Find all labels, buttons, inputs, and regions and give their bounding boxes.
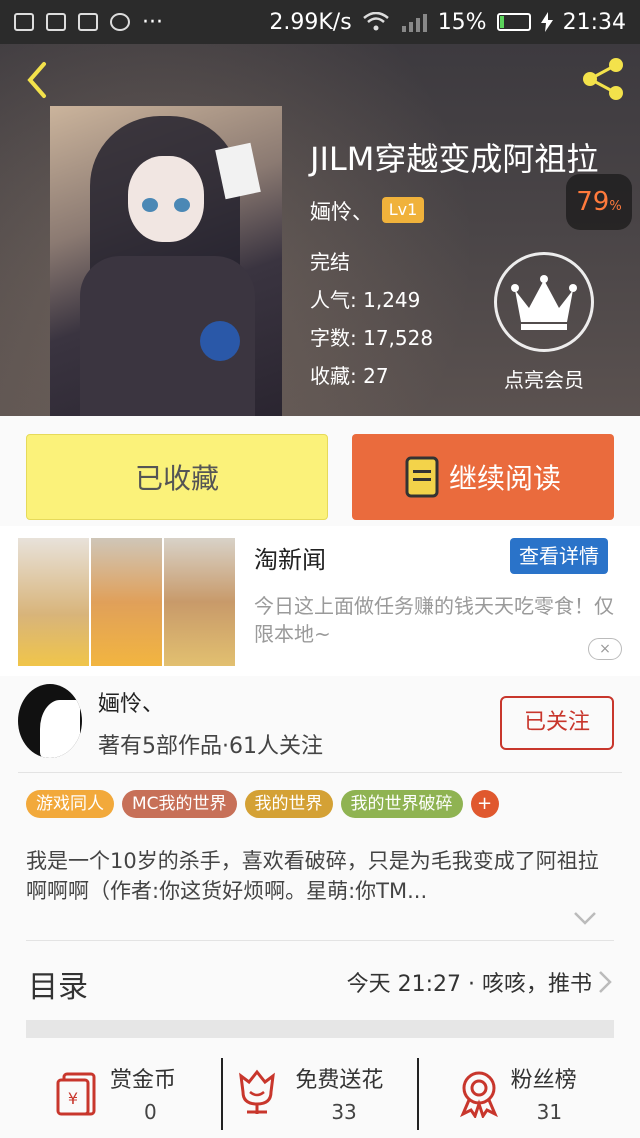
author-card[interactable]: 婳怜、 著有5部作品·61人关注 已关注 xyxy=(0,676,640,772)
reward-coins-button[interactable]: ¥ 赏金币 0 xyxy=(0,1048,213,1138)
send-flowers-button[interactable]: 免费送花 33 xyxy=(213,1048,426,1138)
words-row: 字数: 17,528 xyxy=(310,322,433,351)
signal-icon xyxy=(401,14,427,32)
bottom-actions: ¥ 赏金币 0 免费送花 33 粉丝榜 31 xyxy=(0,1048,640,1138)
share-icon[interactable] xyxy=(580,56,626,102)
author-stats: 著有5部作品·61人关注 xyxy=(98,734,323,759)
words-label: 字数: xyxy=(310,326,357,350)
favorited-button[interactable]: 已收藏 xyxy=(26,434,328,520)
gallery-icon xyxy=(14,13,34,31)
battery-percent: 15% xyxy=(437,9,487,35)
book-header: JILM穿越变成阿祖拉 婳怜、 Lv1 79% 完结 人气: 1,249 字数:… xyxy=(0,44,640,416)
tag-list: 游戏同人 MC我的世界 我的世界 我的世界破碎 + xyxy=(26,790,499,818)
add-tag-button[interactable]: + xyxy=(470,790,499,818)
favorites-row: 收藏: 27 xyxy=(310,360,389,389)
vip-crown-button[interactable] xyxy=(494,252,594,352)
chevron-down-icon[interactable] xyxy=(572,908,598,928)
book-cover-image[interactable] xyxy=(50,106,282,416)
ad-title: 淘新闻 xyxy=(254,546,326,574)
fan-ranking-button[interactable]: 粉丝榜 31 xyxy=(427,1048,640,1138)
medal-icon xyxy=(459,1071,498,1118)
divider xyxy=(417,1058,419,1130)
clock: 21:34 xyxy=(562,9,626,35)
toc-label: 目录 xyxy=(28,970,88,1005)
section-separator xyxy=(26,1020,614,1038)
back-arrow-icon[interactable] xyxy=(18,60,58,100)
table-of-contents-row[interactable]: 目录 今天 21:27 · 咳咳，推书 xyxy=(0,942,640,1020)
favorites-label: 收藏: xyxy=(310,364,357,388)
send-flowers-count: 33 xyxy=(331,1100,357,1124)
battery-icon xyxy=(496,13,531,31)
network-speed: 2.99K/s xyxy=(269,9,352,35)
more-notifications: ··· xyxy=(142,9,163,35)
reward-coins-count: 0 xyxy=(144,1100,157,1124)
divider xyxy=(26,940,614,941)
app-screen: ··· 2.99K/s 15% 21:34 JILM穿越变成阿祖拉 婳怜、 Lv… xyxy=(0,0,640,1138)
ad-banner[interactable]: 淘新闻 查看详情 今日这上面做任务赚的钱天天吃零食！仅限本地~ × xyxy=(0,526,640,676)
calendar-icon xyxy=(78,13,98,31)
rating-badge: 79% xyxy=(566,174,632,230)
send-flowers-label: 免费送花 xyxy=(295,1068,384,1093)
latest-chapter: 今天 21:27 · 咳咳，推书 xyxy=(346,972,592,997)
popularity-label: 人气: xyxy=(310,288,357,312)
tag-item[interactable]: 我的世界 xyxy=(244,790,333,818)
book-status: 完结 xyxy=(310,250,350,274)
reward-coins-label: 赏金币 xyxy=(110,1068,177,1093)
fan-ranking-count: 31 xyxy=(536,1100,563,1124)
tag-item[interactable]: MC我的世界 xyxy=(122,790,237,818)
gamepad-icon xyxy=(110,13,130,31)
status-bar: ··· 2.99K/s 15% 21:34 xyxy=(0,0,640,44)
vip-label[interactable]: 点亮会员 xyxy=(496,364,592,393)
crown-icon xyxy=(511,275,577,330)
charging-icon xyxy=(540,12,553,32)
status-icons-right: 2.99K/s 15% 21:34 xyxy=(269,10,626,35)
favorites-value: 27 xyxy=(363,364,389,388)
book-author[interactable]: 婳怜、 xyxy=(310,196,373,226)
continue-reading-button[interactable]: 继续阅读 xyxy=(352,434,614,520)
chevron-right-icon xyxy=(599,971,612,993)
apps-icon xyxy=(46,13,66,31)
ad-image[interactable] xyxy=(18,538,235,666)
author-avatar[interactable] xyxy=(18,684,82,758)
book-icon xyxy=(405,456,439,498)
book-title: JILM穿越变成阿祖拉 xyxy=(310,140,599,178)
divider xyxy=(18,772,622,773)
svg-text:¥: ¥ xyxy=(68,1089,78,1108)
action-buttons: 已收藏 继续阅读 xyxy=(0,416,640,526)
book-description[interactable]: 我是一个10岁的杀手，喜欢看破碎，只是为毛我变成了阿祖拉啊啊啊（作者:你这货好烦… xyxy=(26,846,618,906)
ad-description: 今日这上面做任务赚的钱天天吃零食！仅限本地~ xyxy=(254,594,614,646)
rating-unit: % xyxy=(609,199,622,214)
author-level-badge: Lv1 xyxy=(382,197,424,223)
author-name[interactable]: 婳怜、 xyxy=(98,686,164,718)
popularity-row: 人气: 1,249 xyxy=(310,284,420,313)
flower-icon xyxy=(239,1069,276,1114)
status-icons-left: ··· xyxy=(14,10,163,35)
ad-view-details-button[interactable]: 查看详情 xyxy=(510,538,608,574)
tag-item[interactable]: 我的世界破碎 xyxy=(340,790,463,818)
fan-ranking-label: 粉丝榜 xyxy=(510,1068,577,1093)
wifi-icon xyxy=(362,12,389,31)
ad-close-button[interactable]: × xyxy=(588,638,622,660)
popularity-value: 1,249 xyxy=(363,288,421,312)
words-value: 17,528 xyxy=(363,326,434,350)
tag-item[interactable]: 游戏同人 xyxy=(26,790,114,818)
coin-envelope-icon: ¥ xyxy=(56,1072,96,1116)
continue-reading-label: 继续阅读 xyxy=(448,462,561,495)
rating-value: 79 xyxy=(576,187,610,217)
follow-button[interactable]: 已关注 xyxy=(500,696,614,750)
